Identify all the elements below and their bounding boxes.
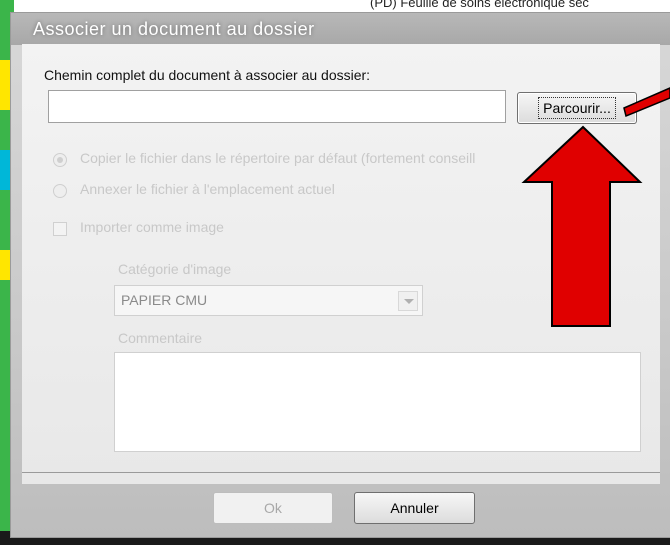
attach-file-option-label: Annexer le fichier à l'emplacement actue… [80, 181, 335, 197]
attach-file-radio[interactable] [53, 184, 67, 198]
browse-button[interactable]: Parcourir... [517, 92, 637, 124]
radio-selected-dot [57, 157, 63, 163]
import-image-checkbox[interactable] [53, 222, 67, 236]
image-category-value: PAPIER CMU [121, 292, 208, 308]
image-category-select[interactable]: PAPIER CMU [114, 285, 423, 316]
import-image-label: Importer comme image [80, 219, 224, 235]
path-label: Chemin complet du document à associer au… [44, 67, 371, 83]
cancel-button[interactable]: Annuler [354, 492, 475, 524]
comment-textarea[interactable] [114, 352, 641, 452]
copy-file-radio[interactable] [53, 153, 67, 167]
copy-file-option-label: Copier le fichier dans le répertoire par… [80, 150, 476, 166]
dialog-title: Associer un document au dossier [33, 19, 315, 39]
dialog-titlebar[interactable]: Associer un document au dossier [11, 13, 670, 45]
image-category-label: Catégorie d'image [118, 261, 232, 277]
footer-separator [22, 472, 660, 473]
browse-button-label: Parcourir... [538, 97, 616, 119]
comment-label: Commentaire [118, 330, 203, 346]
document-path-input[interactable] [48, 90, 506, 123]
chevron-down-icon[interactable] [398, 291, 418, 311]
ok-button[interactable]: Ok [213, 492, 333, 524]
background-window-title: (PD) Feuille de soins électronique séc [370, 0, 589, 10]
